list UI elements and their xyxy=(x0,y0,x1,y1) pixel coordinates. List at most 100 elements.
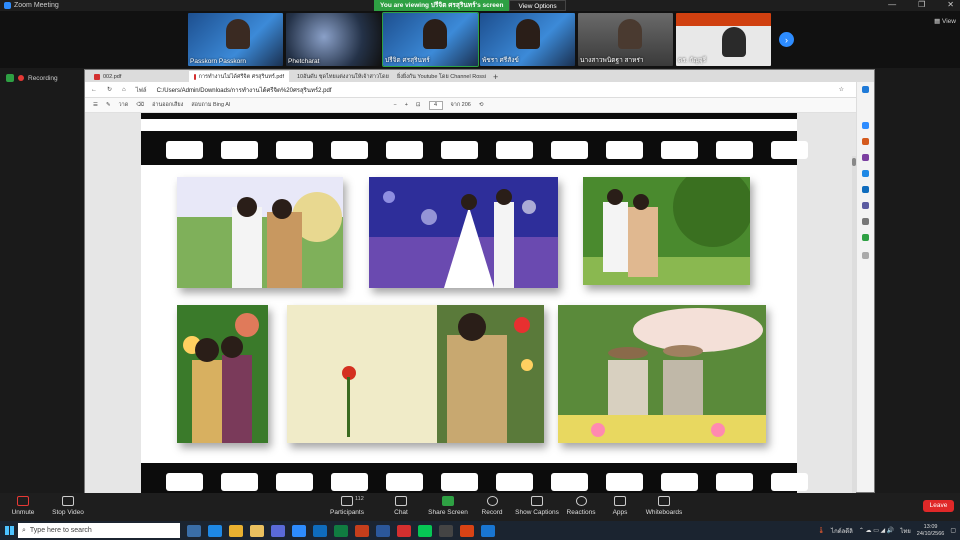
tab-title: 002.pdf xyxy=(103,73,122,80)
chrome-icon[interactable] xyxy=(229,524,243,537)
star-icon[interactable]: ☆ xyxy=(839,86,844,93)
leave-button[interactable]: Leave xyxy=(923,500,954,512)
zoom-out-button[interactable]: − xyxy=(393,102,396,108)
contents-icon[interactable]: ☰ xyxy=(93,102,98,108)
copilot-icon[interactable] xyxy=(862,86,869,93)
browser-tab[interactable]: 10อันดับ ชุดไทยแต่งงานให้เจ้าสาวโดยทัว xyxy=(289,71,389,82)
clock[interactable]: 13:09 24/10/2566 xyxy=(917,524,945,538)
participant-tile[interactable]: พัชรา ศรีสังข์ xyxy=(480,13,575,66)
shield-icon xyxy=(6,74,14,82)
excel-icon[interactable] xyxy=(334,524,348,537)
chevron-right-icon[interactable]: › xyxy=(779,32,794,47)
new-tab-button[interactable]: + xyxy=(489,72,502,82)
participant-tile[interactable]: ปรีจิต ศรสุรินทร์ xyxy=(382,12,479,67)
ask-bing-button[interactable]: สอบถาม Bing AI xyxy=(191,101,230,109)
read-aloud-button[interactable]: อ่านออกเสียง xyxy=(152,101,183,109)
app-icon[interactable] xyxy=(439,524,453,537)
draw-button[interactable]: วาด xyxy=(119,101,129,109)
participant-name: ดร. กัญจุรี xyxy=(678,57,707,64)
back-icon[interactable]: ← xyxy=(91,87,97,93)
viewing-screen-label: You are viewing ปรีจิต ศรสุรินทร์'s scre… xyxy=(374,0,510,11)
participant-tile[interactable]: ดร. กัญจุรี xyxy=(676,13,771,66)
home-icon[interactable]: ⌂ xyxy=(122,87,126,93)
film-hole xyxy=(661,473,698,491)
notifications-icon[interactable]: ▢ xyxy=(950,527,956,534)
zoom-icon[interactable] xyxy=(292,524,306,537)
app-icon[interactable] xyxy=(460,524,474,537)
film-hole xyxy=(771,473,808,491)
film-hole xyxy=(716,141,753,159)
outlook-icon[interactable] xyxy=(862,186,869,193)
search-placeholder: Type here to search xyxy=(29,527,92,534)
drop-icon[interactable] xyxy=(862,218,869,225)
page-number-input[interactable]: 4 xyxy=(428,100,443,110)
edge-icon[interactable] xyxy=(208,524,222,537)
record-dot-icon xyxy=(18,75,24,81)
line-icon[interactable] xyxy=(418,524,432,537)
highlight-icon[interactable]: ✎ xyxy=(106,102,111,108)
film-hole xyxy=(441,473,478,491)
film-hole xyxy=(551,141,588,159)
rotate-icon[interactable]: ⟲ xyxy=(479,102,484,108)
acrobat-icon[interactable] xyxy=(397,524,411,537)
word-icon[interactable] xyxy=(376,524,390,537)
view-options-button[interactable]: View Options xyxy=(509,0,566,11)
refresh-icon[interactable]: ↻ xyxy=(107,86,112,93)
add-icon[interactable] xyxy=(862,252,869,259)
photo-hands-rose xyxy=(287,305,544,443)
film-strip-top xyxy=(141,131,808,165)
start-button[interactable] xyxy=(0,521,18,540)
shopping-icon[interactable] xyxy=(862,138,869,145)
task-view-icon[interactable] xyxy=(187,524,201,537)
reactions-icon xyxy=(575,496,587,506)
close-button[interactable]: ✕ xyxy=(947,0,954,9)
spotify-icon[interactable] xyxy=(862,234,869,241)
participant-tile[interactable]: นางสาวพนิตฐา สาหร่า xyxy=(578,13,673,66)
browser-tab-active[interactable]: การทำงานไม่ได้ศรีจิต ศรสุรินทร์.pdf xyxy=(189,71,289,82)
clock-time: 13:09 xyxy=(923,523,938,530)
weather-label[interactable]: ไกด์ลดีลิ xyxy=(831,526,853,536)
erase-icon[interactable]: ⌫ xyxy=(136,102,144,108)
powerpoint-icon[interactable] xyxy=(355,524,369,537)
participants-button[interactable]: 112 Participants xyxy=(317,496,377,516)
games-icon[interactable] xyxy=(862,170,869,177)
outlook-icon[interactable] xyxy=(313,524,327,537)
pdf-scrollbar[interactable] xyxy=(852,156,856,493)
stop-video-label: Stop Video xyxy=(52,509,84,516)
tab-title: การทำงานไม่ได้ศรีจิต ศรสุรินทร์.pdf xyxy=(198,73,284,80)
participant-tile[interactable]: Phetcharat xyxy=(286,13,381,66)
participant-tile[interactable]: Passkorn Passkorn xyxy=(188,13,283,66)
tools-icon[interactable] xyxy=(862,154,869,161)
office-icon[interactable] xyxy=(862,202,869,209)
participants-icon xyxy=(341,496,353,506)
shared-screen-browser: 002.pdf การทำงานไม่ได้ศรีจิต ศรสุรินทร์.… xyxy=(84,69,875,493)
whiteboards-button[interactable]: Whiteboards xyxy=(634,496,694,516)
fit-page-icon[interactable]: ⊡ xyxy=(416,102,421,108)
url-field[interactable]: C:/Users/Admin/Downloads/การทำงานได้ศรีจ… xyxy=(157,85,332,95)
app-icon[interactable] xyxy=(481,524,495,537)
view-button[interactable]: ▦ View xyxy=(934,17,956,25)
file-explorer-icon[interactable] xyxy=(250,524,264,537)
taskbar-search[interactable]: ⌕ Type here to search xyxy=(18,523,180,538)
participants-count: 112 xyxy=(355,496,364,502)
record-label: Record xyxy=(481,509,503,516)
language-indicator[interactable]: ไทย xyxy=(900,526,911,536)
film-hole xyxy=(606,141,643,159)
pdf-icon xyxy=(94,73,100,80)
site-info[interactable]: ไฟล์ xyxy=(136,85,147,95)
store-icon[interactable] xyxy=(271,524,285,537)
scrollbar-thumb[interactable] xyxy=(852,158,856,166)
record-icon xyxy=(486,496,498,506)
maximize-button[interactable]: ❐ xyxy=(918,0,925,9)
browser-tab[interactable]: 002.pdf xyxy=(89,71,189,82)
weather-icon[interactable]: 🌡 xyxy=(817,527,825,534)
search-icon[interactable] xyxy=(862,122,869,129)
pdf-viewport[interactable] xyxy=(85,113,856,493)
tray-icons[interactable]: ⌃ ☁ ▭ ◢ 🔊 xyxy=(859,527,894,534)
minimize-button[interactable]: — xyxy=(888,0,896,9)
unmute-label: Unmute xyxy=(11,509,35,516)
zoom-in-button[interactable]: + xyxy=(405,102,408,108)
browser-tab[interactable]: ยิ่งยิ่งกัน Youtube โดย Channel Rossi xyxy=(389,71,489,82)
windows-taskbar: ⌕ Type here to search 🌡 ไกด์ลดีลิ ⌃ ☁ ▭ ◢… xyxy=(0,521,960,540)
stop-video-button[interactable]: Stop Video xyxy=(38,496,98,516)
